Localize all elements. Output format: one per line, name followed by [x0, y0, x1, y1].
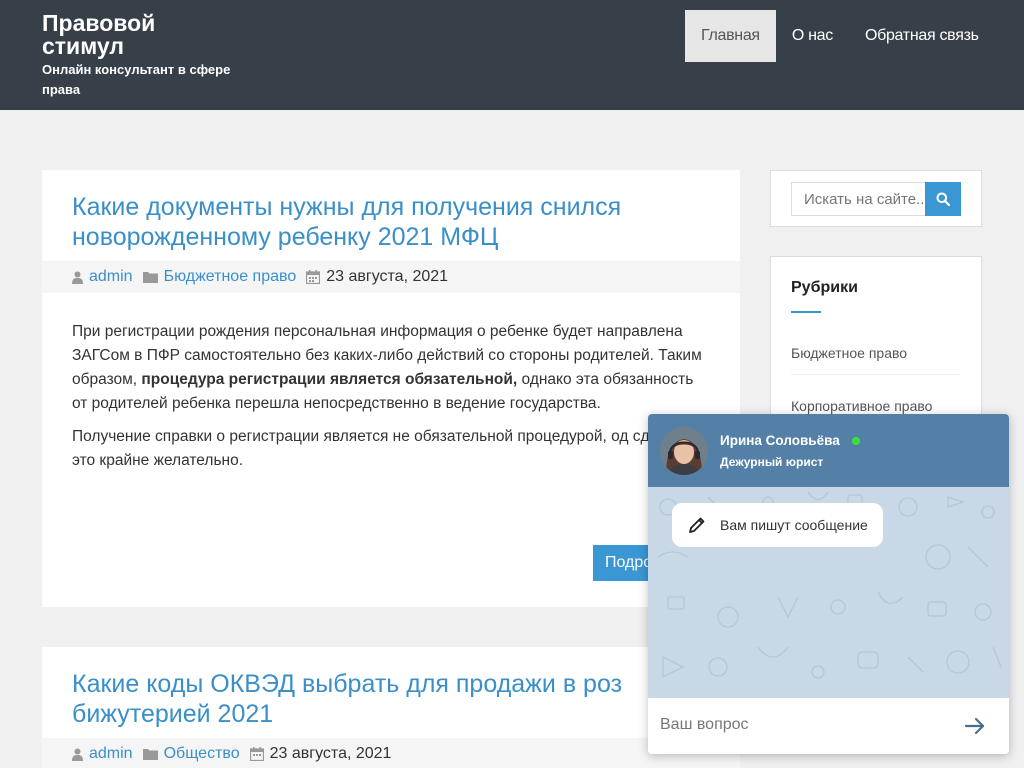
title-underline: [791, 311, 821, 313]
avatar: [660, 427, 708, 475]
category-link[interactable]: Бюджетное право: [164, 268, 297, 286]
post-meta: admin Бюджетное право 23 августа, 2021: [42, 261, 740, 293]
main-nav: Главная О нас Обратная связь: [685, 10, 995, 62]
author-link[interactable]: admin: [89, 745, 133, 763]
post-excerpt: При регистрации рождения персональная ин…: [72, 320, 712, 482]
search-icon: [936, 192, 950, 206]
folder-icon: [142, 748, 158, 760]
operator-role: Дежурный юрист: [720, 455, 824, 469]
user-icon: [72, 271, 83, 284]
site-header: Правовой стимул Онлайн консультант в сфе…: [0, 0, 1024, 110]
chat-question-input[interactable]: Ваш вопрос: [660, 716, 940, 734]
post-card: Какие коды ОКВЭД выбрать для продажи в р…: [42, 647, 740, 768]
post-meta: admin Общество 23 августа, 2021: [42, 738, 740, 768]
category-item[interactable]: Корпоративное право: [791, 398, 960, 414]
excerpt-paragraph: Получение справки о регистрации является…: [72, 428, 691, 469]
post-title-link[interactable]: Какие коды ОКВЭД выбрать для продажи в р…: [72, 669, 712, 729]
search-input[interactable]: [791, 182, 925, 216]
author-link[interactable]: admin: [89, 268, 133, 286]
search-widget: [770, 170, 982, 227]
excerpt-bold-text: процедура регистрации является обязатель…: [141, 371, 518, 388]
folder-icon: [142, 271, 158, 283]
user-icon: [72, 748, 83, 761]
calendar-icon: [306, 270, 321, 284]
post-card: Какие документы нужны для получения снил…: [42, 170, 740, 607]
rubrics-widget: Рубрики Бюджетное право Корпоративное пр…: [770, 256, 982, 436]
excerpt-paragraph: При регистрации рождения персональная ин…: [72, 320, 712, 416]
typing-indicator: Вам пишут сообщение: [672, 503, 883, 547]
arrow-right-icon[interactable]: [964, 716, 986, 736]
chat-header: Ирина Соловьёва Дежурный юрист: [648, 414, 1009, 487]
post-title-link[interactable]: Какие документы нужны для получения снил…: [72, 192, 712, 252]
typing-text: Вам пишут сообщение: [720, 517, 868, 533]
calendar-icon: [249, 747, 264, 761]
site-title[interactable]: Правовой стимул: [42, 12, 242, 58]
pencil-icon: [688, 516, 706, 534]
search-button[interactable]: [925, 182, 961, 216]
chat-widget: Ирина Соловьёва Дежурный юрист Вам пишут…: [648, 414, 1009, 754]
category-item[interactable]: Бюджетное право: [791, 345, 960, 361]
category-link[interactable]: Общество: [164, 745, 240, 763]
rubrics-title: Рубрики: [791, 279, 858, 296]
divider: [791, 374, 960, 375]
chat-input-row: Ваш вопрос: [648, 698, 1009, 754]
nav-item-about[interactable]: О нас: [776, 10, 849, 62]
post-date: 23 августа, 2021: [326, 268, 449, 285]
online-status-indicator: [852, 437, 860, 445]
post-date: 23 августа, 2021: [269, 745, 392, 762]
nav-item-home[interactable]: Главная: [685, 10, 776, 62]
site-tagline: Онлайн консультант в сфере права: [42, 62, 231, 97]
operator-name: Ирина Соловьёва: [720, 433, 840, 448]
nav-item-feedback[interactable]: Обратная связь: [849, 10, 995, 62]
